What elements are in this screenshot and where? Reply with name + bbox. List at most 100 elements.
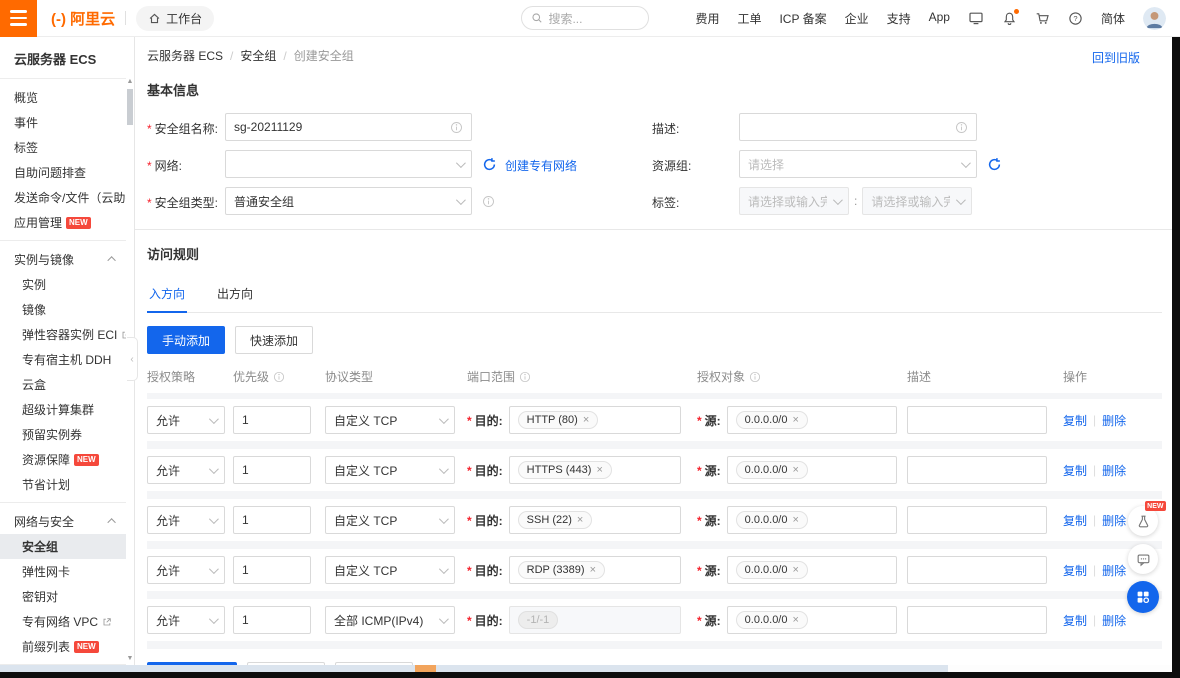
info-icon[interactable] bbox=[450, 121, 463, 134]
scrollbar-thumb[interactable] bbox=[127, 89, 133, 125]
tag-value-select[interactable]: 请选择或输入完整的... bbox=[862, 187, 972, 215]
lab-float-button[interactable]: NEW bbox=[1128, 506, 1158, 536]
hamburger-menu-icon[interactable] bbox=[0, 0, 37, 37]
sidebar-item[interactable]: 安全组 bbox=[0, 534, 126, 559]
policy-select[interactable]: 允许 bbox=[147, 606, 225, 634]
priority-input[interactable]: 1 bbox=[233, 456, 311, 484]
refresh-icon[interactable] bbox=[482, 150, 497, 178]
sidebar-item[interactable]: 自助问题排查 bbox=[0, 160, 126, 185]
create-vpc-link[interactable]: 创建专有网络 bbox=[505, 150, 577, 178]
info-icon[interactable] bbox=[519, 371, 531, 383]
close-icon[interactable]: × bbox=[793, 514, 799, 526]
feedback-float-button[interactable] bbox=[1128, 544, 1158, 574]
policy-select[interactable]: 允许 bbox=[147, 406, 225, 434]
sidebar-item[interactable]: 前缀列表NEW bbox=[0, 634, 126, 659]
security-group-name-input[interactable]: sg-20211129 bbox=[225, 113, 472, 141]
copy-rule-link[interactable]: 复制 bbox=[1063, 412, 1087, 429]
priority-input[interactable]: 1 bbox=[233, 606, 311, 634]
security-group-type-select[interactable]: 普通安全组 bbox=[225, 187, 472, 215]
rule-description-input[interactable] bbox=[907, 406, 1047, 434]
sidebar-item[interactable]: 节省计划 bbox=[0, 472, 126, 497]
policy-select[interactable]: 允许 bbox=[147, 556, 225, 584]
sidebar-item[interactable]: 事件 bbox=[0, 110, 126, 135]
sidebar-item[interactable]: 预留实例券 bbox=[0, 422, 126, 447]
delete-rule-link[interactable]: 删除 bbox=[1102, 462, 1126, 479]
info-icon[interactable] bbox=[955, 121, 968, 134]
sidebar-item[interactable]: 发送命令/文件（云助手） bbox=[0, 185, 126, 210]
help-icon[interactable]: ? bbox=[1068, 11, 1083, 26]
aliyun-logo[interactable]: (-) 阿里云 bbox=[51, 8, 115, 29]
description-input[interactable] bbox=[739, 113, 977, 141]
source-input[interactable]: 0.0.0.0/0× bbox=[727, 406, 897, 434]
network-select[interactable] bbox=[225, 150, 472, 178]
port-range-input[interactable]: RDP (3389)× bbox=[509, 556, 681, 584]
source-input[interactable]: 0.0.0.0/0× bbox=[727, 556, 897, 584]
delete-rule-link[interactable]: 删除 bbox=[1102, 562, 1126, 579]
protocol-select[interactable]: 自定义 TCP bbox=[325, 456, 455, 484]
info-icon[interactable] bbox=[482, 187, 495, 215]
topnav-item[interactable]: 费用 bbox=[695, 10, 719, 27]
delete-rule-link[interactable]: 删除 bbox=[1102, 612, 1126, 629]
sidebar-item[interactable]: 专有网络 VPC bbox=[0, 609, 126, 634]
refresh-icon[interactable] bbox=[987, 150, 1002, 178]
port-range-input[interactable]: HTTPS (443)× bbox=[509, 456, 681, 484]
tag-key-select[interactable]: 请选择或输入完整的... bbox=[739, 187, 849, 215]
close-icon[interactable]: × bbox=[596, 464, 602, 476]
rule-description-input[interactable] bbox=[907, 506, 1047, 534]
copy-rule-link[interactable]: 复制 bbox=[1063, 462, 1087, 479]
user-avatar[interactable] bbox=[1143, 7, 1166, 30]
port-range-input[interactable]: SSH (22)× bbox=[509, 506, 681, 534]
rule-description-input[interactable] bbox=[907, 456, 1047, 484]
sidebar-item[interactable]: 弹性容器实例 ECI bbox=[0, 322, 126, 347]
quick-add-button[interactable]: 快速添加 bbox=[235, 326, 313, 354]
sidebar-item[interactable]: 实例 bbox=[0, 272, 126, 297]
close-icon[interactable]: × bbox=[793, 564, 799, 576]
close-icon[interactable]: × bbox=[793, 614, 799, 626]
bell-icon[interactable] bbox=[1002, 11, 1017, 26]
sidebar-group[interactable]: 网络与安全 bbox=[0, 508, 126, 534]
language-switch[interactable]: 简体 bbox=[1101, 10, 1125, 27]
sidebar-item[interactable]: 超级计算集群 bbox=[0, 397, 126, 422]
workbench-button[interactable]: 工作台 bbox=[136, 6, 214, 31]
scrollbar-down-arrow[interactable]: ▼ bbox=[126, 654, 134, 664]
close-icon[interactable]: × bbox=[590, 564, 596, 576]
sidebar-item[interactable]: 弹性网卡 bbox=[0, 559, 126, 584]
sidebar-collapse-handle[interactable]: ‹ bbox=[127, 337, 138, 381]
rule-description-input[interactable] bbox=[907, 606, 1047, 634]
sidebar-item[interactable]: 云盒 bbox=[0, 372, 126, 397]
close-icon[interactable]: × bbox=[793, 414, 799, 426]
topnav-item[interactable]: ICP 备案 bbox=[779, 10, 826, 27]
sidebar-group[interactable]: 实例与镜像 bbox=[0, 246, 126, 272]
protocol-select[interactable]: 自定义 TCP bbox=[325, 556, 455, 584]
source-input[interactable]: 0.0.0.0/0× bbox=[727, 456, 897, 484]
topnav-item[interactable]: 支持 bbox=[887, 10, 911, 27]
topnav-item[interactable]: 企业 bbox=[845, 10, 869, 27]
copy-rule-link[interactable]: 复制 bbox=[1063, 612, 1087, 629]
sidebar-item[interactable]: 资源保障NEW bbox=[0, 447, 126, 472]
widgets-float-button[interactable] bbox=[1127, 581, 1159, 613]
priority-input[interactable]: 1 bbox=[233, 506, 311, 534]
horizontal-scrollbar[interactable] bbox=[0, 665, 1180, 672]
breadcrumb-ecs[interactable]: 云服务器 ECS bbox=[147, 47, 223, 64]
global-search-input[interactable]: 搜索... bbox=[521, 6, 649, 30]
priority-input[interactable]: 1 bbox=[233, 406, 311, 434]
scrollbar-up-arrow[interactable]: ▲ bbox=[126, 77, 134, 87]
manual-add-button[interactable]: 手动添加 bbox=[147, 326, 225, 354]
sidebar-item[interactable]: 概览 bbox=[0, 85, 126, 110]
sidebar-item[interactable]: 镜像 bbox=[0, 297, 126, 322]
port-range-input[interactable]: -1/-1 bbox=[509, 606, 681, 634]
protocol-select[interactable]: 自定义 TCP bbox=[325, 406, 455, 434]
delete-rule-link[interactable]: 删除 bbox=[1102, 412, 1126, 429]
delete-rule-link[interactable]: 删除 bbox=[1102, 512, 1126, 529]
close-icon[interactable]: × bbox=[793, 464, 799, 476]
resource-group-select[interactable]: 请选择 bbox=[739, 150, 977, 178]
close-icon[interactable]: × bbox=[577, 514, 583, 526]
rule-description-input[interactable] bbox=[907, 556, 1047, 584]
topnav-item[interactable]: 工单 bbox=[737, 10, 761, 27]
breadcrumb-security-groups[interactable]: 安全组 bbox=[240, 47, 276, 64]
port-range-input[interactable]: HTTP (80)× bbox=[509, 406, 681, 434]
info-icon[interactable] bbox=[273, 371, 285, 383]
sidebar-item[interactable]: 专有宿主机 DDH bbox=[0, 347, 126, 372]
info-icon[interactable] bbox=[749, 371, 761, 383]
sidebar-item[interactable]: 标签 bbox=[0, 135, 126, 160]
